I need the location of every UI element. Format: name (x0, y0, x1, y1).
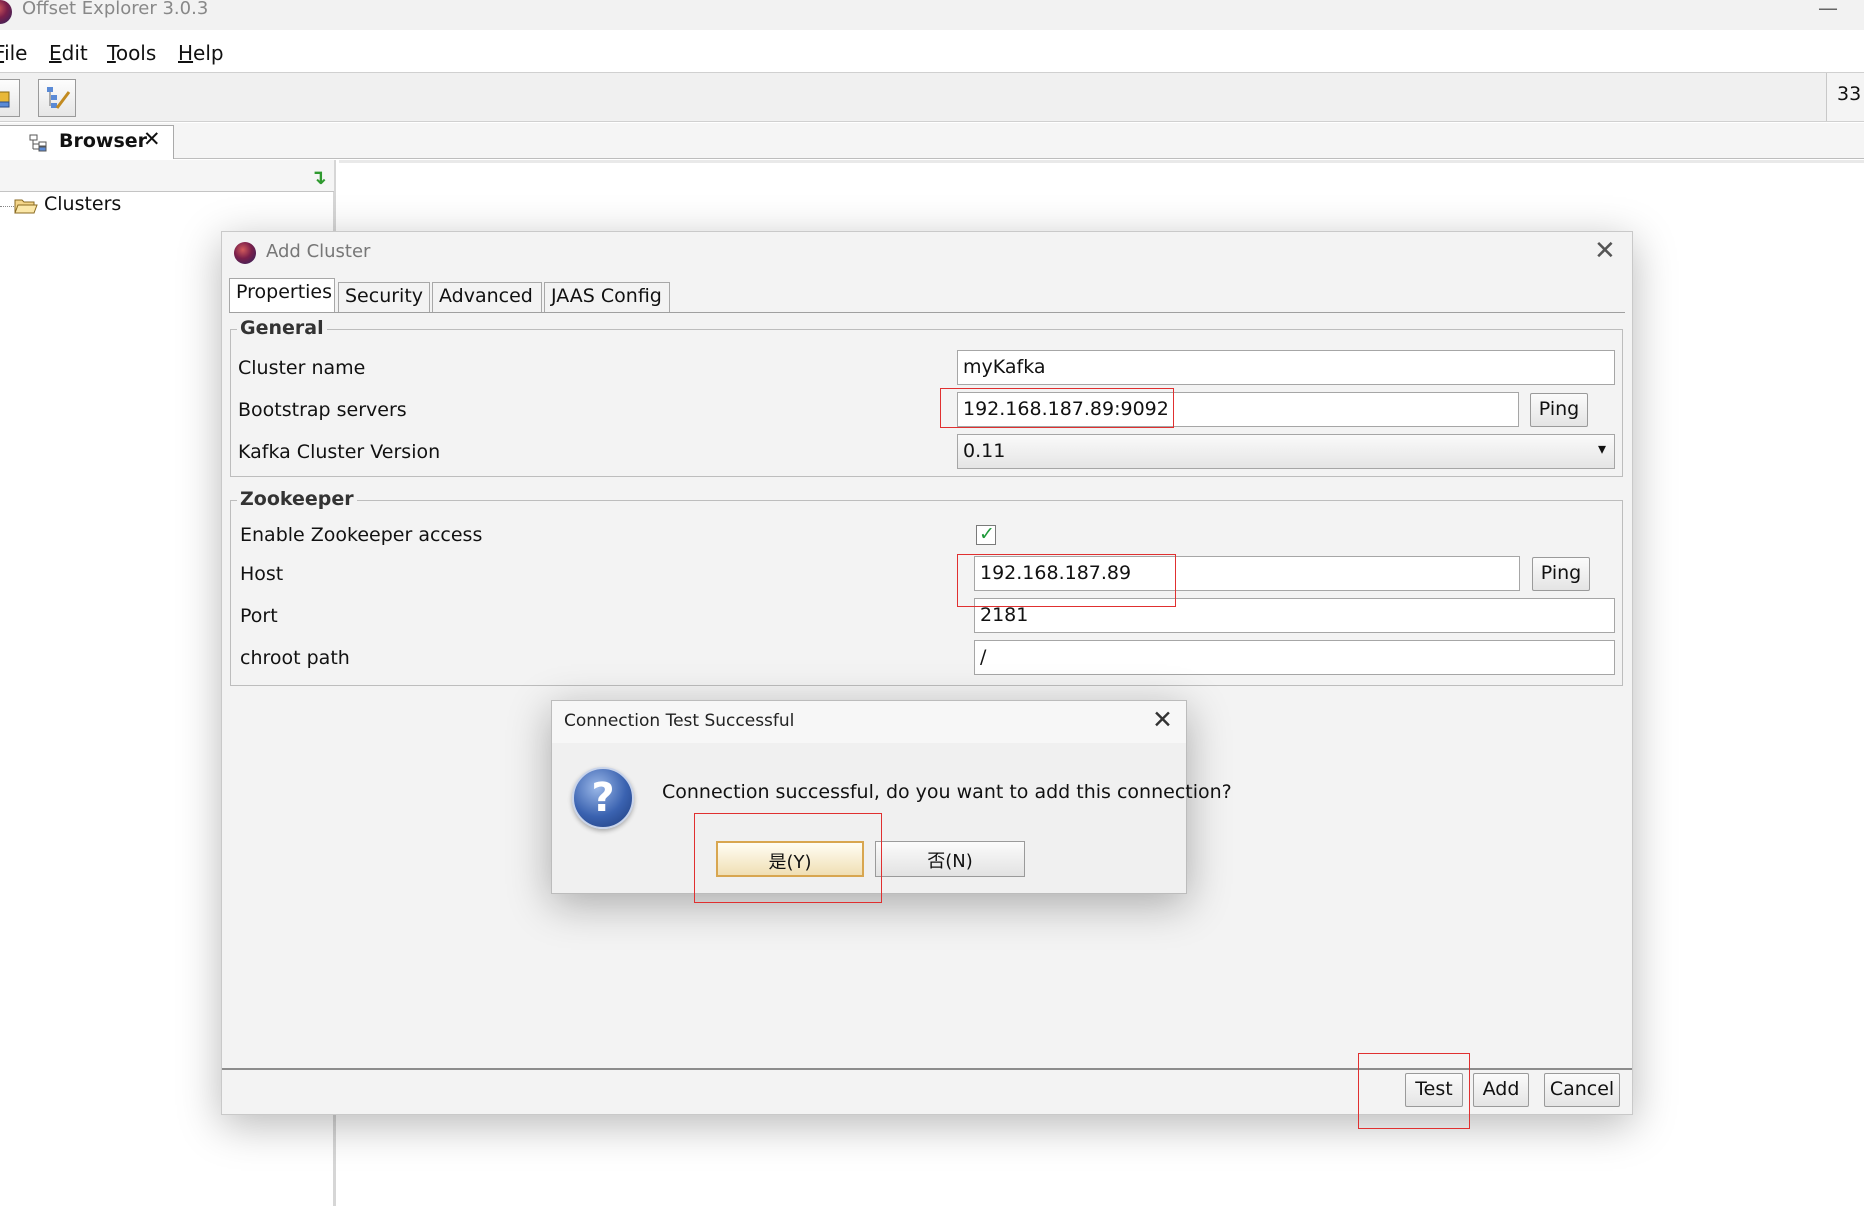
tab-browser-label: Browser (59, 130, 148, 152)
tab-close-icon[interactable]: ✕ (143, 127, 161, 151)
edit-tree-icon (47, 87, 71, 109)
browser-icon (29, 134, 47, 152)
add-cluster-dialog: Add Cluster ✕ Properties Security Advanc… (221, 231, 1633, 1129)
window-title: Offset Explorer 3.0.3 (22, 0, 209, 19)
chroot-path-input[interactable]: / (974, 640, 1615, 675)
toolbar-connect-button[interactable] (0, 79, 20, 117)
content-area-border (339, 160, 1864, 163)
dialog-message: Connection successful, do you want to ad… (662, 781, 1232, 803)
kafka-version-label: Kafka Cluster Version (238, 441, 441, 463)
connection-test-dialog: Connection Test Successful ✕ ? Connectio… (551, 700, 1232, 903)
tab-baseline (229, 312, 1625, 313)
kafka-version-value: 0.11 (963, 440, 1006, 462)
no-button[interactable]: 否(N) (875, 841, 1025, 877)
chevron-down-icon: ▾ (1597, 439, 1606, 458)
highlight-yes-button (694, 813, 882, 903)
dialog-title: Add Cluster (266, 241, 371, 262)
connect-icon (0, 91, 10, 108)
main-tabstrip: Browser ✕ (0, 123, 1864, 159)
tree-connector (0, 206, 14, 207)
close-icon[interactable]: ✕ (1594, 236, 1616, 266)
window-titlebar: Offset Explorer 3.0.3 — (0, 0, 1864, 30)
zk-port-label: Port (240, 605, 278, 627)
minimize-button[interactable]: — (1818, 0, 1838, 20)
toolbar-right-readout: 33 (1826, 73, 1864, 121)
app-icon (234, 242, 256, 264)
tab-advanced[interactable]: Advanced (432, 282, 542, 312)
ping-zookeeper-button[interactable]: Ping (1532, 557, 1590, 591)
zk-host-label: Host (240, 563, 284, 585)
tab-security[interactable]: Security (338, 282, 430, 312)
app-icon (0, 0, 12, 24)
question-icon: ? (572, 767, 634, 829)
tree-node-clusters[interactable]: Clusters (44, 193, 121, 215)
highlight-bootstrap (940, 388, 1174, 428)
tab-properties[interactable]: Properties (229, 278, 335, 313)
zookeeper-group-title: Zookeeper (237, 488, 357, 510)
enable-zookeeper-label: Enable Zookeeper access (240, 524, 483, 546)
menu-file[interactable]: File (0, 41, 27, 65)
dialog-titlebar: Connection Test Successful ✕ (552, 701, 1186, 743)
bootstrap-servers-label: Bootstrap servers (238, 399, 407, 421)
dialog-title: Connection Test Successful (564, 711, 795, 731)
close-icon[interactable]: ✕ (1152, 705, 1173, 734)
tab-jaas-config[interactable]: JAAS Config (544, 282, 670, 312)
refresh-icon[interactable]: ↴ (310, 165, 327, 189)
menu-edit[interactable]: Edit (49, 41, 88, 65)
folder-open-icon (14, 199, 38, 214)
tree-panel-header: ↴ (0, 160, 334, 192)
add-button[interactable]: Add (1473, 1073, 1529, 1107)
check-icon: ✓ (979, 523, 995, 545)
highlight-zk-host (957, 554, 1176, 607)
menu-help[interactable]: Help (178, 41, 224, 65)
cancel-button[interactable]: Cancel (1544, 1073, 1620, 1107)
enable-zookeeper-checkbox[interactable]: ✓ (976, 523, 996, 545)
toolbar: 33 (0, 72, 1864, 122)
cluster-name-input[interactable]: myKafka (957, 350, 1615, 385)
chroot-path-label: chroot path (240, 647, 350, 669)
highlight-test-button (1358, 1053, 1470, 1129)
cluster-name-label: Cluster name (238, 357, 366, 379)
tab-browser[interactable]: Browser ✕ (0, 125, 174, 159)
menu-tools[interactable]: Tools (107, 41, 156, 65)
toolbar-edit-button[interactable] (38, 79, 76, 117)
ping-bootstrap-button[interactable]: Ping (1530, 393, 1588, 427)
menubar: File Edit Tools Help (0, 36, 1864, 72)
kafka-version-select[interactable]: 0.11 ▾ (957, 434, 1615, 469)
general-group-title: General (237, 317, 327, 339)
